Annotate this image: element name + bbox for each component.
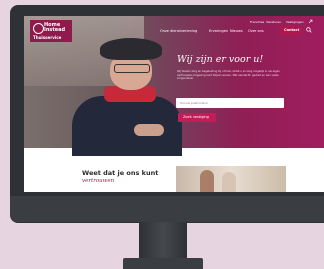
caregiver-photo [176, 166, 286, 192]
logo-subtitle: Thuisservice [33, 35, 62, 40]
external-link-icon[interactable] [308, 19, 313, 24]
nav-item-ervaringen[interactable]: Ervaringen [209, 29, 228, 33]
monitor-chin [10, 196, 324, 222]
nav-item-nieuws[interactable]: Nieuws [230, 29, 243, 33]
find-location-label: Zoek vestiging [183, 115, 209, 119]
search-icon[interactable] [306, 27, 312, 33]
hero-headline: Wij zijn er voor u! [177, 54, 264, 65]
contact-button[interactable]: Contact [280, 26, 302, 35]
contact-button-label: Contact [284, 28, 300, 32]
util-link-vacatures[interactable]: Vacatures [266, 20, 281, 24]
util-link-vestigingen[interactable]: Vestigingen [286, 20, 304, 24]
logo-name-line2: Instead [44, 27, 66, 33]
monitor-base [123, 258, 203, 269]
postcode-input[interactable] [176, 98, 284, 108]
website-screen: Home Instead Thuisservice Franchise Vaca… [24, 16, 324, 192]
hero-photo-elderly-man [66, 38, 186, 156]
hero-banner: Home Instead Thuisservice Franchise Vaca… [24, 16, 324, 156]
find-location-button[interactable]: Zoek vestiging [178, 113, 216, 122]
nav-item-over-ons[interactable]: Over ons [248, 29, 264, 33]
logo-heart-icon [33, 23, 44, 34]
monitor-stand [139, 222, 187, 260]
hero-intro-text: Wij bieden zorg en begeleiding bij u thu… [177, 70, 280, 81]
home-instead-logo[interactable]: Home Instead Thuisservice [30, 20, 72, 42]
trust-section-subtitle: vertrouwen [82, 178, 115, 184]
nav-item-dienstverlening[interactable]: Onze dienstverlening [160, 29, 197, 33]
util-link-franchise[interactable]: Franchise [250, 20, 264, 24]
trust-section-title: Weet dat je ons kunt [82, 169, 159, 177]
